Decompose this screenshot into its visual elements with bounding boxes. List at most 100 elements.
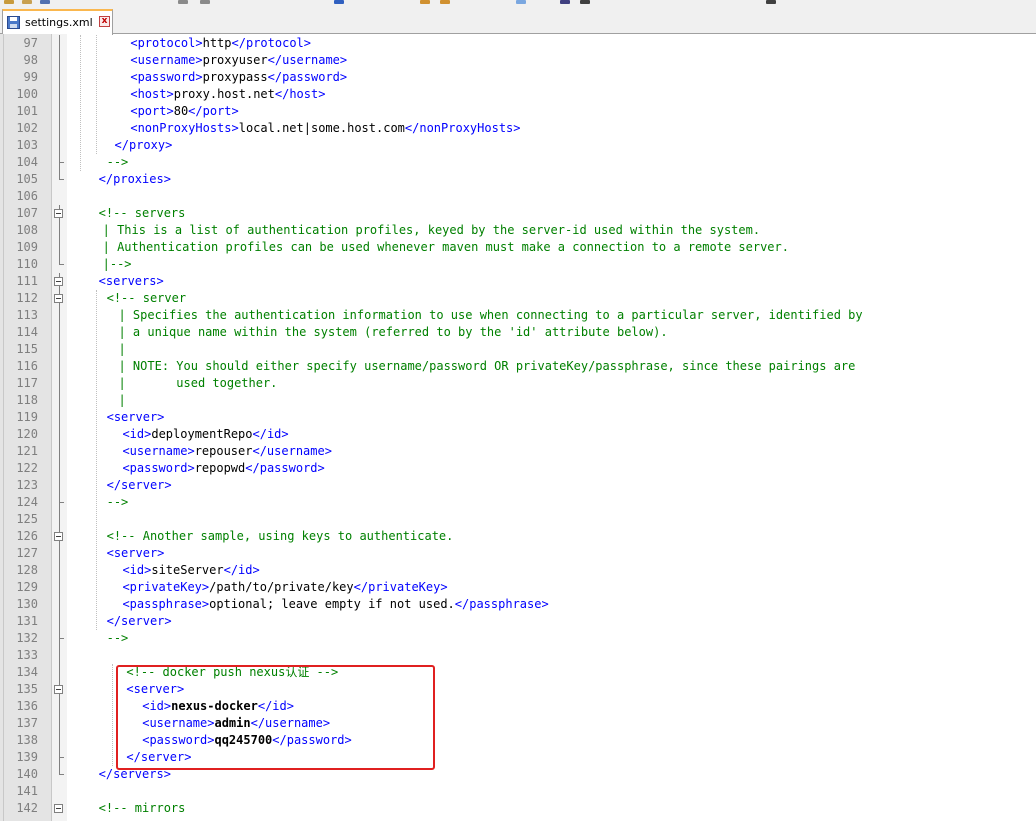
xml-comment: <!-- server xyxy=(106,291,187,305)
toolbar-cut-icon[interactable] xyxy=(178,0,188,4)
toolbar-open-icon[interactable] xyxy=(22,0,32,4)
line-number: 113 xyxy=(16,308,38,322)
code-line: <passphrase>optional; leave empty if not… xyxy=(122,596,548,613)
line-number: 124 xyxy=(16,495,38,509)
xml-comment: | NOTE: You should either specify userna… xyxy=(118,359,856,373)
toolbar-find-icon[interactable] xyxy=(420,0,430,4)
line-number: 125 xyxy=(16,512,38,526)
line-number: 134 xyxy=(16,665,38,679)
toolbar-undo-icon[interactable] xyxy=(334,0,344,4)
toolbar-new-icon[interactable] xyxy=(4,0,14,4)
toolbar-macro-icon[interactable] xyxy=(766,0,776,4)
xml-value: http xyxy=(202,36,232,50)
xml-tag: <privateKey> xyxy=(122,580,210,594)
code-line: <username>repouser</username> xyxy=(122,443,332,460)
line-number: 132 xyxy=(16,631,38,645)
xml-value: local.net|some.host.com xyxy=(238,121,405,135)
toolbar-copy-icon[interactable] xyxy=(200,0,210,4)
tab-settings-xml[interactable]: settings.xml x xyxy=(2,9,113,35)
fold-end-marker xyxy=(59,502,64,503)
xml-value: proxypass xyxy=(202,70,268,84)
code-line: | NOTE: You should either specify userna… xyxy=(118,358,855,375)
line-number: 102 xyxy=(16,121,38,135)
line-number: 99 xyxy=(23,70,38,84)
line-number: 133 xyxy=(16,648,38,662)
line-number: 122 xyxy=(16,461,38,475)
line-number: 138 xyxy=(16,733,38,747)
line-number: 118 xyxy=(16,393,38,407)
highlight-annotation-box xyxy=(116,665,435,770)
line-number: 142 xyxy=(16,801,38,815)
fold-toggle-icon[interactable] xyxy=(54,804,63,813)
code-line: | xyxy=(118,341,125,358)
xml-tag: <username> xyxy=(130,53,203,67)
close-icon[interactable]: x xyxy=(99,16,110,27)
line-number: 121 xyxy=(16,444,38,458)
indent-guide xyxy=(80,35,81,171)
toolbar-save-icon[interactable] xyxy=(40,0,50,4)
xml-comment: <!-- servers xyxy=(98,206,186,220)
xml-comment: |--> xyxy=(102,257,132,271)
line-number: 109 xyxy=(16,240,38,254)
toolbar-sync-icon[interactable] xyxy=(560,0,570,4)
fold-toggle-icon[interactable] xyxy=(54,685,63,694)
code-line: <password>repopwd</password> xyxy=(122,460,324,477)
code-line: </server> xyxy=(107,613,172,630)
line-number: 139 xyxy=(16,750,38,764)
line-number: 106 xyxy=(16,189,38,203)
fold-toggle-icon[interactable] xyxy=(54,294,63,303)
xml-tag: <servers> xyxy=(98,274,164,288)
code-line: <id>deploymentRepo</id> xyxy=(122,426,288,443)
xml-comment: | Authentication profiles can be used wh… xyxy=(102,240,789,254)
code-line: </proxy> xyxy=(115,137,173,154)
toolbar-wrap-icon[interactable] xyxy=(580,0,590,4)
xml-tag: <passphrase> xyxy=(122,597,210,611)
indent-guide xyxy=(96,290,97,630)
xml-tag: </username> xyxy=(252,444,332,458)
code-line: <id>siteServer</id> xyxy=(122,562,259,579)
xml-tag: <password> xyxy=(130,70,203,84)
code-line: <!-- servers xyxy=(99,205,186,222)
xml-comment: <!-- Another sample, using keys to authe… xyxy=(106,529,454,543)
code-line: --> xyxy=(107,494,129,511)
line-number: 104 xyxy=(16,155,38,169)
code-line: <username>proxyuser</username> xyxy=(130,52,347,69)
code-line: <!-- Another sample, using keys to authe… xyxy=(107,528,454,545)
fold-toggle-icon[interactable] xyxy=(54,532,63,541)
fold-toggle-icon[interactable] xyxy=(54,209,63,218)
xml-comment: | a unique name within the system (refer… xyxy=(118,325,668,339)
xml-tag: </password> xyxy=(245,461,325,475)
line-number: 129 xyxy=(16,580,38,594)
line-number: 108 xyxy=(16,223,38,237)
code-line: --> xyxy=(107,630,129,647)
line-number: 117 xyxy=(16,376,38,390)
toolbar-replace-icon[interactable] xyxy=(440,0,450,4)
line-number: 112 xyxy=(16,291,38,305)
line-number: 103 xyxy=(16,138,38,152)
indent-guide xyxy=(112,664,113,766)
code-line: </proxies> xyxy=(99,171,171,188)
xml-value: repopwd xyxy=(194,461,246,475)
xml-tag: </port> xyxy=(188,104,239,118)
line-number: 140 xyxy=(16,767,38,781)
xml-comment: --> xyxy=(106,631,129,645)
line-number-gutter: 97 98 99 100 101 102 103 104 105 106 107 108 109 110 1… xyxy=(4,34,52,821)
fold-toggle-icon[interactable] xyxy=(54,277,63,286)
code-editor[interactable]: 97 98 99 100 101 102 103 104 105 106 107 108 109 110 1… xyxy=(0,34,1036,821)
xml-tag: </privateKey> xyxy=(353,580,448,594)
indent-guide xyxy=(96,35,97,154)
code-line: <server> xyxy=(107,545,165,562)
line-number: 128 xyxy=(16,563,38,577)
line-number: 114 xyxy=(16,325,38,339)
line-number: 119 xyxy=(16,410,38,424)
line-number: 130 xyxy=(16,597,38,611)
line-number: 136 xyxy=(16,699,38,713)
xml-comment: <!-- mirrors xyxy=(98,801,186,815)
code-line: </server> xyxy=(107,477,172,494)
xml-comment: --> xyxy=(106,155,129,169)
code-line: | xyxy=(118,392,125,409)
toolbar-zoom-icon[interactable] xyxy=(516,0,526,4)
xml-tag: </server> xyxy=(106,614,172,628)
line-number: 120 xyxy=(16,427,38,441)
xml-tag: </protocol> xyxy=(231,36,311,50)
